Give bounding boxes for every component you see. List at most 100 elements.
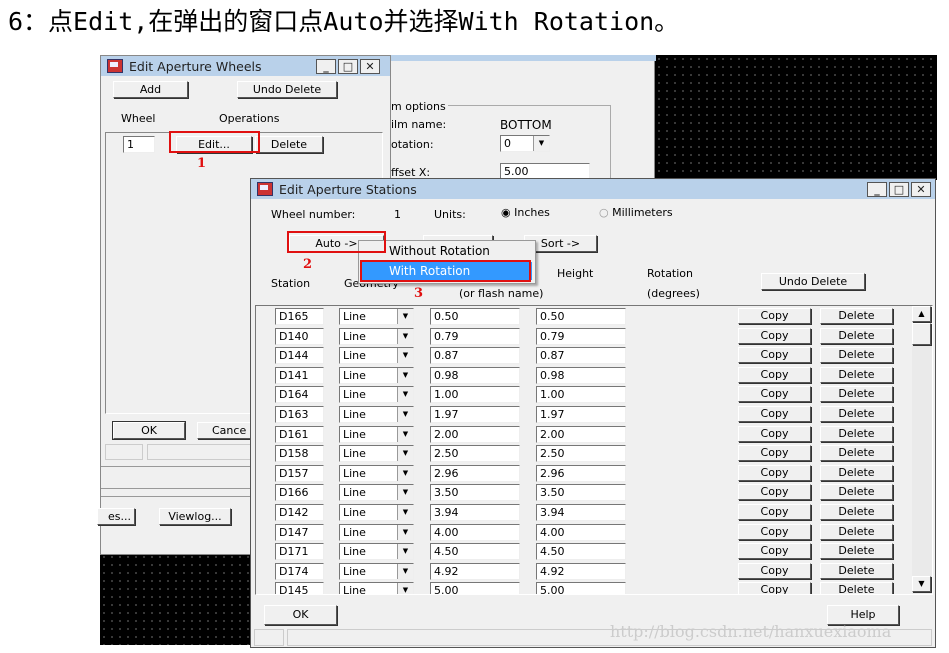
delete-button[interactable]: Delete	[820, 308, 893, 324]
geometry-select[interactable]: Line ▼	[339, 308, 414, 325]
station-input[interactable]: D157	[275, 464, 324, 482]
menu-item-without-rotation[interactable]: Without Rotation	[389, 244, 490, 258]
rotation-select[interactable]: 0 ▼	[500, 135, 550, 152]
copy-button[interactable]: Copy	[738, 484, 811, 501]
minimize-icon[interactable]: _	[316, 59, 336, 74]
geometry-select[interactable]: Line ▼	[339, 386, 414, 404]
scroll-up-icon[interactable]: ▲	[912, 306, 931, 322]
scroll-thumb[interactable]	[912, 323, 931, 345]
copy-button[interactable]: Copy	[738, 406, 811, 422]
station-input[interactable]: D140	[275, 327, 324, 345]
undo-delete-button[interactable]: Undo Delete	[761, 273, 865, 290]
station-input[interactable]: D142	[275, 504, 324, 521]
height-input[interactable]: 0.87	[536, 347, 626, 365]
station-input[interactable]: D141	[275, 366, 324, 384]
height-input[interactable]: 2.96	[536, 464, 626, 482]
delete-button[interactable]: Delete	[820, 366, 893, 383]
copy-button[interactable]: Copy	[738, 366, 811, 383]
height-input[interactable]: 4.50	[536, 543, 626, 561]
scroll-down-icon[interactable]: ▼	[912, 576, 931, 592]
delete-button[interactable]: Delete	[820, 562, 893, 579]
width-input[interactable]: 0.98	[430, 366, 520, 384]
delete-button[interactable]: Delete	[820, 327, 893, 344]
copy-button[interactable]: Copy	[738, 308, 811, 324]
station-input[interactable]: D158	[275, 445, 324, 463]
width-input[interactable]: 2.50	[430, 445, 520, 463]
height-input[interactable]: 0.98	[536, 366, 626, 384]
geometry-select[interactable]: Line ▼	[339, 523, 414, 541]
copy-button[interactable]: Copy	[738, 327, 811, 344]
width-input[interactable]: 4.50	[430, 543, 520, 561]
copy-button[interactable]: Copy	[738, 523, 811, 540]
cancel-button[interactable]: Cance	[197, 422, 257, 439]
geometry-select[interactable]: Line ▼	[339, 347, 414, 365]
station-input[interactable]: D165	[275, 308, 324, 325]
geometry-select[interactable]: Line ▼	[339, 425, 414, 443]
maximize-icon[interactable]: □	[338, 59, 358, 74]
height-input[interactable]: 5.00	[536, 582, 626, 594]
copy-button[interactable]: Copy	[738, 543, 811, 560]
delete-button[interactable]: Delete	[820, 445, 893, 462]
delete-button[interactable]: Delete	[820, 347, 893, 364]
station-input[interactable]: D166	[275, 484, 324, 502]
maximize-icon[interactable]: □	[889, 182, 909, 197]
geometry-select[interactable]: Line ▼	[339, 406, 414, 423]
units-inches-radio[interactable]: ◉ Inches	[501, 206, 550, 219]
geometry-select[interactable]: Line ▼	[339, 445, 414, 463]
station-input[interactable]: D144	[275, 347, 324, 365]
width-input[interactable]: 5.00	[430, 582, 520, 594]
width-input[interactable]: 4.92	[430, 562, 520, 580]
station-input[interactable]: D174	[275, 562, 324, 580]
height-input[interactable]: 0.79	[536, 327, 626, 345]
wheel-input[interactable]: 1	[123, 136, 155, 153]
copy-button[interactable]: Copy	[738, 582, 811, 594]
copy-button[interactable]: Copy	[738, 464, 811, 481]
width-input[interactable]: 3.94	[430, 504, 520, 521]
geometry-select[interactable]: Line ▼	[339, 543, 414, 561]
delete-button[interactable]: Delete	[820, 523, 893, 540]
height-input[interactable]: 3.94	[536, 504, 626, 521]
width-input[interactable]: 3.50	[430, 484, 520, 502]
delete-button[interactable]: Delete	[255, 136, 323, 153]
files-button[interactable]: es...	[97, 508, 135, 525]
station-input[interactable]: D147	[275, 523, 324, 541]
close-icon[interactable]: ✕	[360, 59, 380, 74]
width-input[interactable]: 4.00	[430, 523, 520, 541]
station-input[interactable]: D145	[275, 582, 324, 594]
geometry-select[interactable]: Line ▼	[339, 582, 414, 594]
add-button[interactable]: Add	[113, 81, 188, 98]
geometry-select[interactable]: Line ▼	[339, 484, 414, 502]
ok-button[interactable]: OK	[113, 422, 185, 439]
height-input[interactable]: 1.00	[536, 386, 626, 404]
station-input[interactable]: D171	[275, 543, 324, 561]
height-input[interactable]: 3.50	[536, 484, 626, 502]
copy-button[interactable]: Copy	[738, 386, 811, 403]
height-input[interactable]: 1.97	[536, 406, 626, 423]
station-input[interactable]: D164	[275, 386, 324, 404]
copy-button[interactable]: Copy	[738, 504, 811, 520]
width-input[interactable]: 0.50	[430, 308, 520, 325]
delete-button[interactable]: Delete	[820, 425, 893, 442]
width-input[interactable]: 2.00	[430, 425, 520, 443]
copy-button[interactable]: Copy	[738, 425, 811, 442]
ok-button[interactable]: OK	[264, 605, 337, 625]
delete-button[interactable]: Delete	[820, 582, 893, 594]
width-input[interactable]: 2.96	[430, 464, 520, 482]
scrollbar[interactable]: ▲ ▼	[912, 306, 932, 594]
height-input[interactable]: 0.50	[536, 308, 626, 325]
delete-button[interactable]: Delete	[820, 543, 893, 560]
delete-button[interactable]: Delete	[820, 484, 893, 501]
width-input[interactable]: 1.97	[430, 406, 520, 423]
units-millimeters-radio[interactable]: ○ Millimeters	[599, 206, 673, 219]
delete-button[interactable]: Delete	[820, 386, 893, 403]
geometry-select[interactable]: Line ▼	[339, 562, 414, 580]
height-input[interactable]: 4.00	[536, 523, 626, 541]
geometry-select[interactable]: Line ▼	[339, 504, 414, 521]
station-input[interactable]: D161	[275, 425, 324, 443]
delete-button[interactable]: Delete	[820, 504, 893, 520]
copy-button[interactable]: Copy	[738, 445, 811, 462]
station-input[interactable]: D163	[275, 406, 324, 423]
delete-button[interactable]: Delete	[820, 406, 893, 422]
width-input[interactable]: 0.79	[430, 327, 520, 345]
viewlog-button[interactable]: Viewlog...	[159, 508, 231, 525]
